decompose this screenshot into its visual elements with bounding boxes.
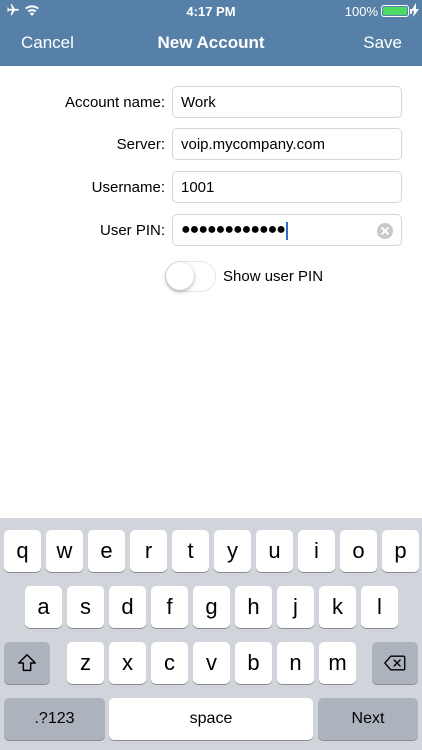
backspace-icon — [384, 655, 406, 671]
key-h[interactable]: h — [235, 586, 272, 628]
key-y[interactable]: y — [214, 530, 251, 572]
key-x[interactable]: x — [109, 642, 146, 684]
backspace-key[interactable] — [372, 642, 418, 684]
key-t[interactable]: t — [172, 530, 209, 572]
space-key[interactable]: space — [109, 698, 313, 740]
shift-key[interactable] — [4, 642, 50, 684]
server-value: voip.mycompany.com — [181, 136, 325, 153]
keyboard: q w e r t y u i o p a s d f g h j k l z … — [0, 518, 422, 750]
key-p[interactable]: p — [382, 530, 419, 572]
numbers-key[interactable]: .?123 — [4, 698, 105, 740]
user-pin-field[interactable]: ●●●●●●●●●●●● — [172, 214, 402, 246]
save-button[interactable]: Save — [363, 33, 402, 53]
show-pin-row: Show user PIN — [0, 260, 422, 294]
key-q[interactable]: q — [4, 530, 41, 572]
key-c[interactable]: c — [151, 642, 188, 684]
next-key[interactable]: Next — [318, 698, 418, 740]
key-r[interactable]: r — [130, 530, 167, 572]
page-title: New Account — [157, 33, 265, 52]
key-a[interactable]: a — [25, 586, 62, 628]
clear-text-icon[interactable] — [377, 223, 393, 239]
key-b[interactable]: b — [235, 642, 272, 684]
key-i[interactable]: i — [298, 530, 335, 572]
user-pin-masked-value: ●●●●●●●●●●●● — [181, 221, 286, 238]
key-z[interactable]: z — [67, 642, 104, 684]
user-pin-label: User PIN: — [99, 222, 165, 239]
account-name-label: Account name: — [64, 94, 165, 111]
key-e[interactable]: e — [88, 530, 125, 572]
key-w[interactable]: w — [46, 530, 83, 572]
battery-percent: 100% — [344, 4, 378, 19]
nav-bar: Cancel New Account Save — [0, 24, 422, 64]
key-j[interactable]: j — [277, 586, 314, 628]
key-s[interactable]: s — [67, 586, 104, 628]
show-pin-label: Show user PIN — [223, 268, 324, 285]
key-g[interactable]: g — [193, 586, 230, 628]
key-k[interactable]: k — [319, 586, 356, 628]
shift-icon — [18, 654, 36, 672]
key-o[interactable]: o — [340, 530, 377, 572]
status-bar: 4:17 PM 100% — [0, 0, 422, 24]
username-value: 1001 — [181, 179, 215, 196]
key-f[interactable]: f — [151, 586, 188, 628]
server-label: Server: — [116, 136, 165, 153]
battery-icon — [381, 5, 412, 17]
server-field[interactable]: voip.mycompany.com — [172, 128, 402, 160]
key-n[interactable]: n — [277, 642, 314, 684]
key-u[interactable]: u — [256, 530, 293, 572]
key-m[interactable]: m — [319, 642, 356, 684]
show-pin-toggle[interactable] — [165, 261, 216, 292]
charging-bolt-icon — [411, 3, 419, 17]
user-pin-row: User PIN: ●●●●●●●●●●●● — [0, 214, 422, 246]
server-row: Server: voip.mycompany.com — [0, 128, 422, 160]
account-name-field[interactable]: Work — [172, 86, 402, 118]
key-l[interactable]: l — [361, 586, 398, 628]
toggle-knob — [166, 262, 194, 290]
username-label: Username: — [91, 179, 165, 196]
key-v[interactable]: v — [193, 642, 230, 684]
username-field[interactable]: 1001 — [172, 171, 402, 203]
text-caret — [286, 222, 288, 240]
header: 4:17 PM 100% Cancel New Account Save — [0, 0, 422, 66]
account-name-value: Work — [181, 94, 216, 111]
key-d[interactable]: d — [109, 586, 146, 628]
username-row: Username: 1001 — [0, 171, 422, 203]
account-name-row: Account name: Work — [0, 86, 422, 118]
